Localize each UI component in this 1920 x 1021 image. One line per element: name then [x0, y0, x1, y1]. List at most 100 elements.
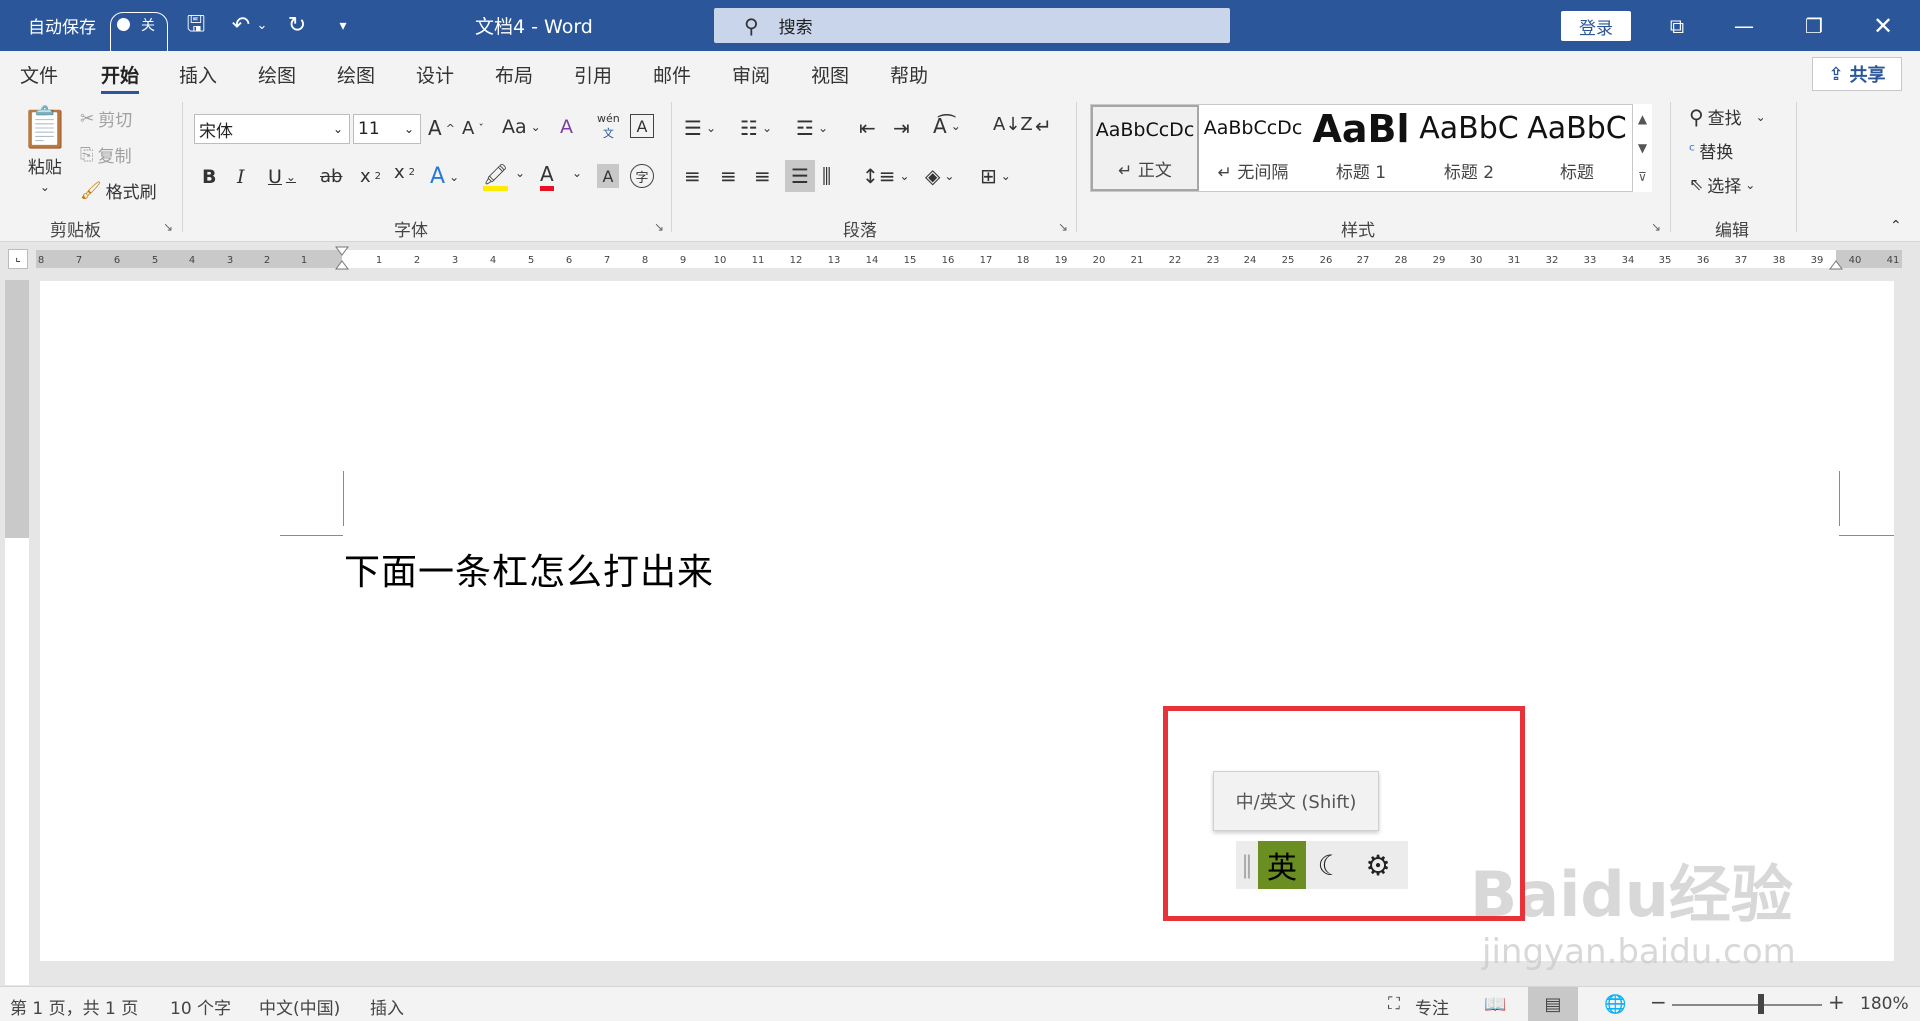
- show-marks-icon[interactable]: ↵: [1035, 114, 1052, 138]
- numbering-icon[interactable]: ☷ ⌄: [740, 116, 772, 140]
- zoom-thumb[interactable]: [1758, 994, 1764, 1014]
- restore-icon[interactable]: ❐: [1791, 0, 1837, 51]
- zoom-in-icon[interactable]: +: [1828, 990, 1845, 1014]
- tab-review[interactable]: 审阅: [732, 61, 770, 88]
- find-button[interactable]: ⚲ 查找 ⌄: [1689, 104, 1766, 130]
- login-button[interactable]: 登录: [1561, 11, 1631, 41]
- focus-mode[interactable]: 专注: [1415, 994, 1449, 1019]
- phonetic-guide-icon[interactable]: wén 文: [597, 112, 620, 141]
- enclose-characters-icon[interactable]: 字: [630, 164, 654, 188]
- character-shading-icon[interactable]: A: [597, 164, 619, 188]
- cut-button[interactable]: ✂ 剪切: [80, 106, 132, 132]
- change-case-icon[interactable]: Aa ⌄: [502, 116, 541, 138]
- word-count[interactable]: 10 个字: [170, 994, 231, 1019]
- paragraph-launcher-icon[interactable]: ↘: [1058, 220, 1068, 234]
- styles-launcher-icon[interactable]: ↘: [1651, 220, 1661, 234]
- align-left-icon[interactable]: ≡: [684, 164, 701, 188]
- document-text[interactable]: 下面一条杠怎么打出来: [344, 543, 714, 595]
- tab-design[interactable]: 设计: [416, 61, 454, 88]
- line-spacing-icon[interactable]: ↕≡ ⌄: [862, 164, 910, 188]
- moon-icon[interactable]: ☾: [1306, 841, 1354, 889]
- italic-icon[interactable]: I: [237, 166, 245, 188]
- asian-layout-icon[interactable]: A͡ ⌄: [933, 114, 961, 138]
- search-box[interactable]: ⚲ 搜索: [714, 8, 1230, 43]
- font-name-select[interactable]: 宋体 ⌄: [194, 114, 350, 144]
- web-layout-icon[interactable]: 🌐: [1604, 994, 1626, 1015]
- sort-icon[interactable]: A↓Z: [993, 114, 1033, 135]
- highlight-icon[interactable]: 🖍: [483, 162, 509, 191]
- clipboard-launcher-icon[interactable]: ↘: [163, 220, 173, 234]
- tab-view[interactable]: 视图: [811, 61, 849, 88]
- format-painter-button[interactable]: 🖌 格式刷: [80, 178, 157, 204]
- bold-icon[interactable]: B: [202, 166, 216, 188]
- paste-button[interactable]: 📋 粘贴 ⌄: [20, 104, 70, 194]
- bullets-icon[interactable]: ☰ ⌄: [684, 116, 716, 140]
- tab-layout[interactable]: 布局: [495, 61, 533, 88]
- strikethrough-icon[interactable]: ab: [320, 166, 342, 187]
- tab-insert[interactable]: 插入: [179, 61, 217, 88]
- distributed-icon[interactable]: ⫼: [822, 164, 831, 188]
- style-heading-2[interactable]: AaBbC 标题 2: [1415, 105, 1523, 191]
- font-size-select[interactable]: 11 ⌄: [353, 114, 421, 144]
- share-button[interactable]: ⇪ 共享: [1812, 57, 1902, 91]
- read-mode-icon[interactable]: 📖: [1484, 994, 1506, 1015]
- print-layout-icon[interactable]: ▤: [1528, 987, 1578, 1021]
- align-center-icon[interactable]: ≡: [720, 164, 737, 188]
- tab-mailings[interactable]: 邮件: [653, 61, 691, 88]
- undo-dropdown-icon[interactable]: ⌄: [254, 0, 270, 51]
- style-normal[interactable]: AaBbCcDc ↵ 正文: [1091, 105, 1199, 191]
- subscript-icon[interactable]: x2: [360, 166, 381, 187]
- font-launcher-icon[interactable]: ↘: [654, 220, 664, 234]
- style-no-spacing[interactable]: AaBbCcDc ↵ 无间隔: [1199, 105, 1307, 191]
- ime-language-toggle[interactable]: 英: [1258, 841, 1306, 889]
- font-color-dropdown-icon[interactable]: ⌄: [572, 166, 582, 180]
- align-right-icon[interactable]: ≡: [754, 164, 771, 188]
- replace-button[interactable]: ᶜ 替换: [1689, 138, 1733, 164]
- vertical-ruler[interactable]: [5, 280, 29, 985]
- customize-qat-icon[interactable]: ▾: [328, 0, 358, 51]
- redo-icon[interactable]: ↻: [282, 0, 312, 51]
- gear-icon[interactable]: ⚙: [1354, 841, 1402, 889]
- copy-button[interactable]: ⎘ 复制: [80, 142, 132, 168]
- grow-font-icon[interactable]: A ^: [428, 116, 455, 140]
- justify-icon[interactable]: ☰: [785, 160, 815, 192]
- font-color-icon[interactable]: A: [540, 162, 554, 191]
- tab-help[interactable]: 帮助: [890, 61, 928, 88]
- tab-file[interactable]: 文件: [20, 61, 58, 88]
- language-indicator[interactable]: 中文(中国): [259, 994, 340, 1019]
- shading-icon[interactable]: ◈ ⌄: [925, 164, 954, 188]
- horizontal-ruler[interactable]: ⌞ 87654321 1 2 3 4 5 6 7 8 9 10 11 12 13 14 15 16 17 18 19…: [0, 243, 1920, 273]
- tab-home[interactable]: 开始: [101, 61, 140, 94]
- focus-icon[interactable]: ⛶: [1388, 994, 1400, 1014]
- ribbon-display-icon[interactable]: ⧉: [1654, 0, 1700, 51]
- tab-draw[interactable]: 绘图: [258, 61, 296, 88]
- style-heading-1[interactable]: AaBl 标题 1: [1307, 105, 1415, 191]
- collapse-ribbon-icon[interactable]: ⌃: [1890, 218, 1902, 234]
- undo-icon[interactable]: ↶: [226, 0, 256, 51]
- ime-grip-icon[interactable]: ‖: [1236, 851, 1258, 879]
- insert-mode[interactable]: 插入: [370, 994, 404, 1019]
- select-button[interactable]: ⇖ 选择 ⌄: [1689, 172, 1755, 198]
- zoom-level[interactable]: 180%: [1860, 994, 1909, 1014]
- increase-indent-icon[interactable]: ⇥: [893, 116, 910, 140]
- decrease-indent-icon[interactable]: ⇤: [859, 116, 876, 140]
- save-icon[interactable]: 🖫: [181, 0, 211, 51]
- shrink-font-icon[interactable]: Aˇ: [462, 118, 484, 139]
- tab-references[interactable]: 引用: [574, 61, 612, 88]
- clear-format-icon[interactable]: A: [560, 116, 573, 138]
- zoom-out-icon[interactable]: −: [1650, 990, 1667, 1014]
- styles-scroll[interactable]: ▲ ▼ ⊽: [1632, 104, 1652, 192]
- borders-icon[interactable]: ⊞ ⌄: [980, 164, 1011, 188]
- tab-draw-2[interactable]: 绘图: [337, 61, 375, 88]
- superscript-icon[interactable]: x2: [394, 162, 415, 183]
- page-count[interactable]: 第 1 页，共 1 页: [10, 994, 138, 1019]
- minimize-icon[interactable]: —: [1721, 0, 1767, 51]
- close-icon[interactable]: ✕: [1860, 0, 1906, 51]
- zoom-slider[interactable]: [1672, 1004, 1822, 1006]
- text-effects-icon[interactable]: A ⌄: [430, 164, 459, 189]
- underline-icon[interactable]: U ⌄: [268, 166, 296, 188]
- highlight-dropdown-icon[interactable]: ⌄: [515, 166, 525, 180]
- style-title[interactable]: AaBbC 标题: [1523, 105, 1631, 191]
- multilevel-list-icon[interactable]: ☲ ⌄: [796, 116, 828, 140]
- character-border-icon[interactable]: A: [630, 114, 654, 138]
